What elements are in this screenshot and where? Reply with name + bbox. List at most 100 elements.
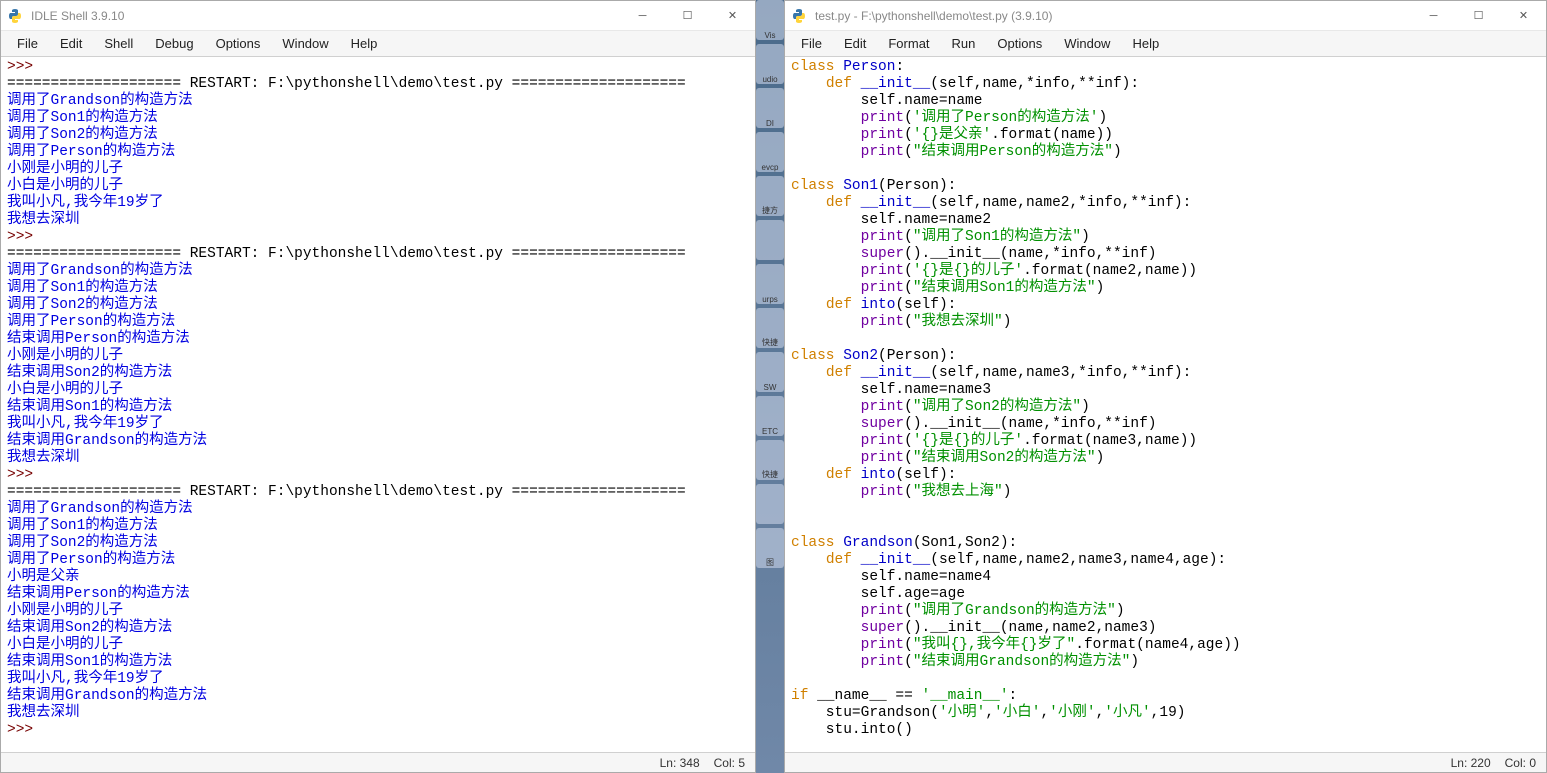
menu-options[interactable]: Options: [987, 33, 1052, 54]
python-icon: [7, 8, 23, 24]
shell-line: 调用了Son1的构造方法: [7, 280, 749, 297]
desktop-icon[interactable]: ETC: [756, 396, 784, 436]
code-line: print('{}是{}的儿子'.format(name2,name)): [791, 263, 1540, 280]
shell-line: 调用了Son1的构造方法: [7, 518, 749, 535]
desktop-icon[interactable]: evcp: [756, 132, 784, 172]
code-line: print("结束调用Son2的构造方法"): [791, 450, 1540, 467]
shell-line: ==================== RESTART: F:\pythons…: [7, 76, 749, 93]
shell-line: 小刚是小明的儿子: [7, 161, 749, 178]
shell-line: >>>: [7, 59, 749, 76]
code-line: super().__init__(name,*info,**inf): [791, 246, 1540, 263]
shell-line: 结束调用Grandson的构造方法: [7, 433, 749, 450]
shell-line: 小白是小明的儿子: [7, 178, 749, 195]
code-line: if __name__ == '__main__':: [791, 688, 1540, 705]
shell-line: 小刚是小明的儿子: [7, 603, 749, 620]
shell-line: 我叫小凡,我今年19岁了: [7, 416, 749, 433]
menu-edit[interactable]: Edit: [50, 33, 92, 54]
code-line: print("我想去深圳"): [791, 314, 1540, 331]
shell-line: >>>: [7, 722, 749, 739]
shell-line: 我想去深圳: [7, 705, 749, 722]
idle-editor-window: test.py - F:\pythonshell\demo\test.py (3…: [784, 0, 1547, 773]
code-line: def __init__(self,name,name2,*info,**inf…: [791, 195, 1540, 212]
code-line: self.name=name3: [791, 382, 1540, 399]
shell-title: IDLE Shell 3.9.10: [31, 9, 620, 23]
code-line: print("结束调用Person的构造方法"): [791, 144, 1540, 161]
menu-run[interactable]: Run: [942, 33, 986, 54]
menu-options[interactable]: Options: [206, 33, 271, 54]
code-line: print("我想去上海"): [791, 484, 1540, 501]
maximize-button[interactable]: ☐: [1456, 1, 1501, 31]
code-line: [791, 501, 1540, 518]
shell-line: 小刚是小明的儿子: [7, 348, 749, 365]
menu-file[interactable]: File: [791, 33, 832, 54]
code-line: print("调用了Grandson的构造方法"): [791, 603, 1540, 620]
code-line: self.name=name2: [791, 212, 1540, 229]
menu-help[interactable]: Help: [341, 33, 388, 54]
desktop-icon[interactable]: urps: [756, 264, 784, 304]
desktop-icon[interactable]: [756, 220, 784, 260]
menu-window[interactable]: Window: [272, 33, 338, 54]
code-line: def __init__(self,name,*info,**inf):: [791, 76, 1540, 93]
code-line: print("结束调用Grandson的构造方法"): [791, 654, 1540, 671]
code-line: stu=Grandson('小明','小白','小刚','小凡',19): [791, 705, 1540, 722]
code-line: stu.into(): [791, 722, 1540, 739]
shell-line: 调用了Person的构造方法: [7, 314, 749, 331]
code-line: def __init__(self,name,name2,name3,name4…: [791, 552, 1540, 569]
desktop-icon[interactable]: udio: [756, 44, 784, 84]
shell-line: 结束调用Son1的构造方法: [7, 654, 749, 671]
editor-titlebar[interactable]: test.py - F:\pythonshell\demo\test.py (3…: [785, 1, 1546, 31]
desktop-icon[interactable]: 快捷: [756, 308, 784, 348]
shell-line: 调用了Grandson的构造方法: [7, 263, 749, 280]
shell-statusbar: Ln: 348 Col: 5: [1, 752, 755, 772]
menu-format[interactable]: Format: [878, 33, 939, 54]
editor-menubar: FileEditFormatRunOptionsWindowHelp: [785, 31, 1546, 57]
minimize-button[interactable]: ─: [1411, 1, 1456, 31]
code-line: [791, 331, 1540, 348]
shell-line: 调用了Son2的构造方法: [7, 127, 749, 144]
shell-line: >>>: [7, 229, 749, 246]
editor-col-indicator: Col: 0: [1505, 756, 1536, 770]
shell-titlebar[interactable]: IDLE Shell 3.9.10 ─ ☐ ✕: [1, 1, 755, 31]
desktop-icon[interactable]: Vis: [756, 0, 784, 40]
desktop-icon[interactable]: [756, 484, 784, 524]
desktop-icon[interactable]: 捷方: [756, 176, 784, 216]
close-button[interactable]: ✕: [710, 1, 755, 31]
shell-line: 小白是小明的儿子: [7, 382, 749, 399]
shell-line: 调用了Son1的构造方法: [7, 110, 749, 127]
desktop-icon[interactable]: SW: [756, 352, 784, 392]
menu-edit[interactable]: Edit: [834, 33, 876, 54]
shell-menubar: FileEditShellDebugOptionsWindowHelp: [1, 31, 755, 57]
shell-output-area[interactable]: >>>==================== RESTART: F:\pyth…: [1, 57, 755, 752]
shell-line: 调用了Grandson的构造方法: [7, 93, 749, 110]
maximize-button[interactable]: ☐: [665, 1, 710, 31]
shell-line: 调用了Son2的构造方法: [7, 535, 749, 552]
desktop-icon[interactable]: 快捷: [756, 440, 784, 480]
shell-line: 结束调用Son2的构造方法: [7, 365, 749, 382]
shell-line: 结束调用Son1的构造方法: [7, 399, 749, 416]
shell-line: ==================== RESTART: F:\pythons…: [7, 246, 749, 263]
menu-help[interactable]: Help: [1122, 33, 1169, 54]
code-line: print('{}是父亲'.format(name)): [791, 127, 1540, 144]
menu-shell[interactable]: Shell: [94, 33, 143, 54]
editor-code-area[interactable]: class Person: def __init__(self,name,*in…: [785, 57, 1546, 752]
menu-debug[interactable]: Debug: [145, 33, 203, 54]
code-line: print('调用了Person的构造方法'): [791, 110, 1540, 127]
code-line: print("调用了Son2的构造方法"): [791, 399, 1540, 416]
shell-line: 结束调用Person的构造方法: [7, 331, 749, 348]
desktop-gap: VisudioDIevcp捷方urps快捷SWETC快捷图: [756, 0, 784, 773]
shell-line: ==================== RESTART: F:\pythons…: [7, 484, 749, 501]
code-line: [791, 161, 1540, 178]
shell-line: 结束调用Person的构造方法: [7, 586, 749, 603]
code-line: class Grandson(Son1,Son2):: [791, 535, 1540, 552]
minimize-button[interactable]: ─: [620, 1, 665, 31]
shell-col-indicator: Col: 5: [714, 756, 745, 770]
code-line: def into(self):: [791, 297, 1540, 314]
shell-line: 调用了Person的构造方法: [7, 144, 749, 161]
desktop-icon[interactable]: 图: [756, 528, 784, 568]
code-line: class Son1(Person):: [791, 178, 1540, 195]
menu-window[interactable]: Window: [1054, 33, 1120, 54]
desktop-icon[interactable]: DI: [756, 88, 784, 128]
close-button[interactable]: ✕: [1501, 1, 1546, 31]
code-line: [791, 518, 1540, 535]
menu-file[interactable]: File: [7, 33, 48, 54]
